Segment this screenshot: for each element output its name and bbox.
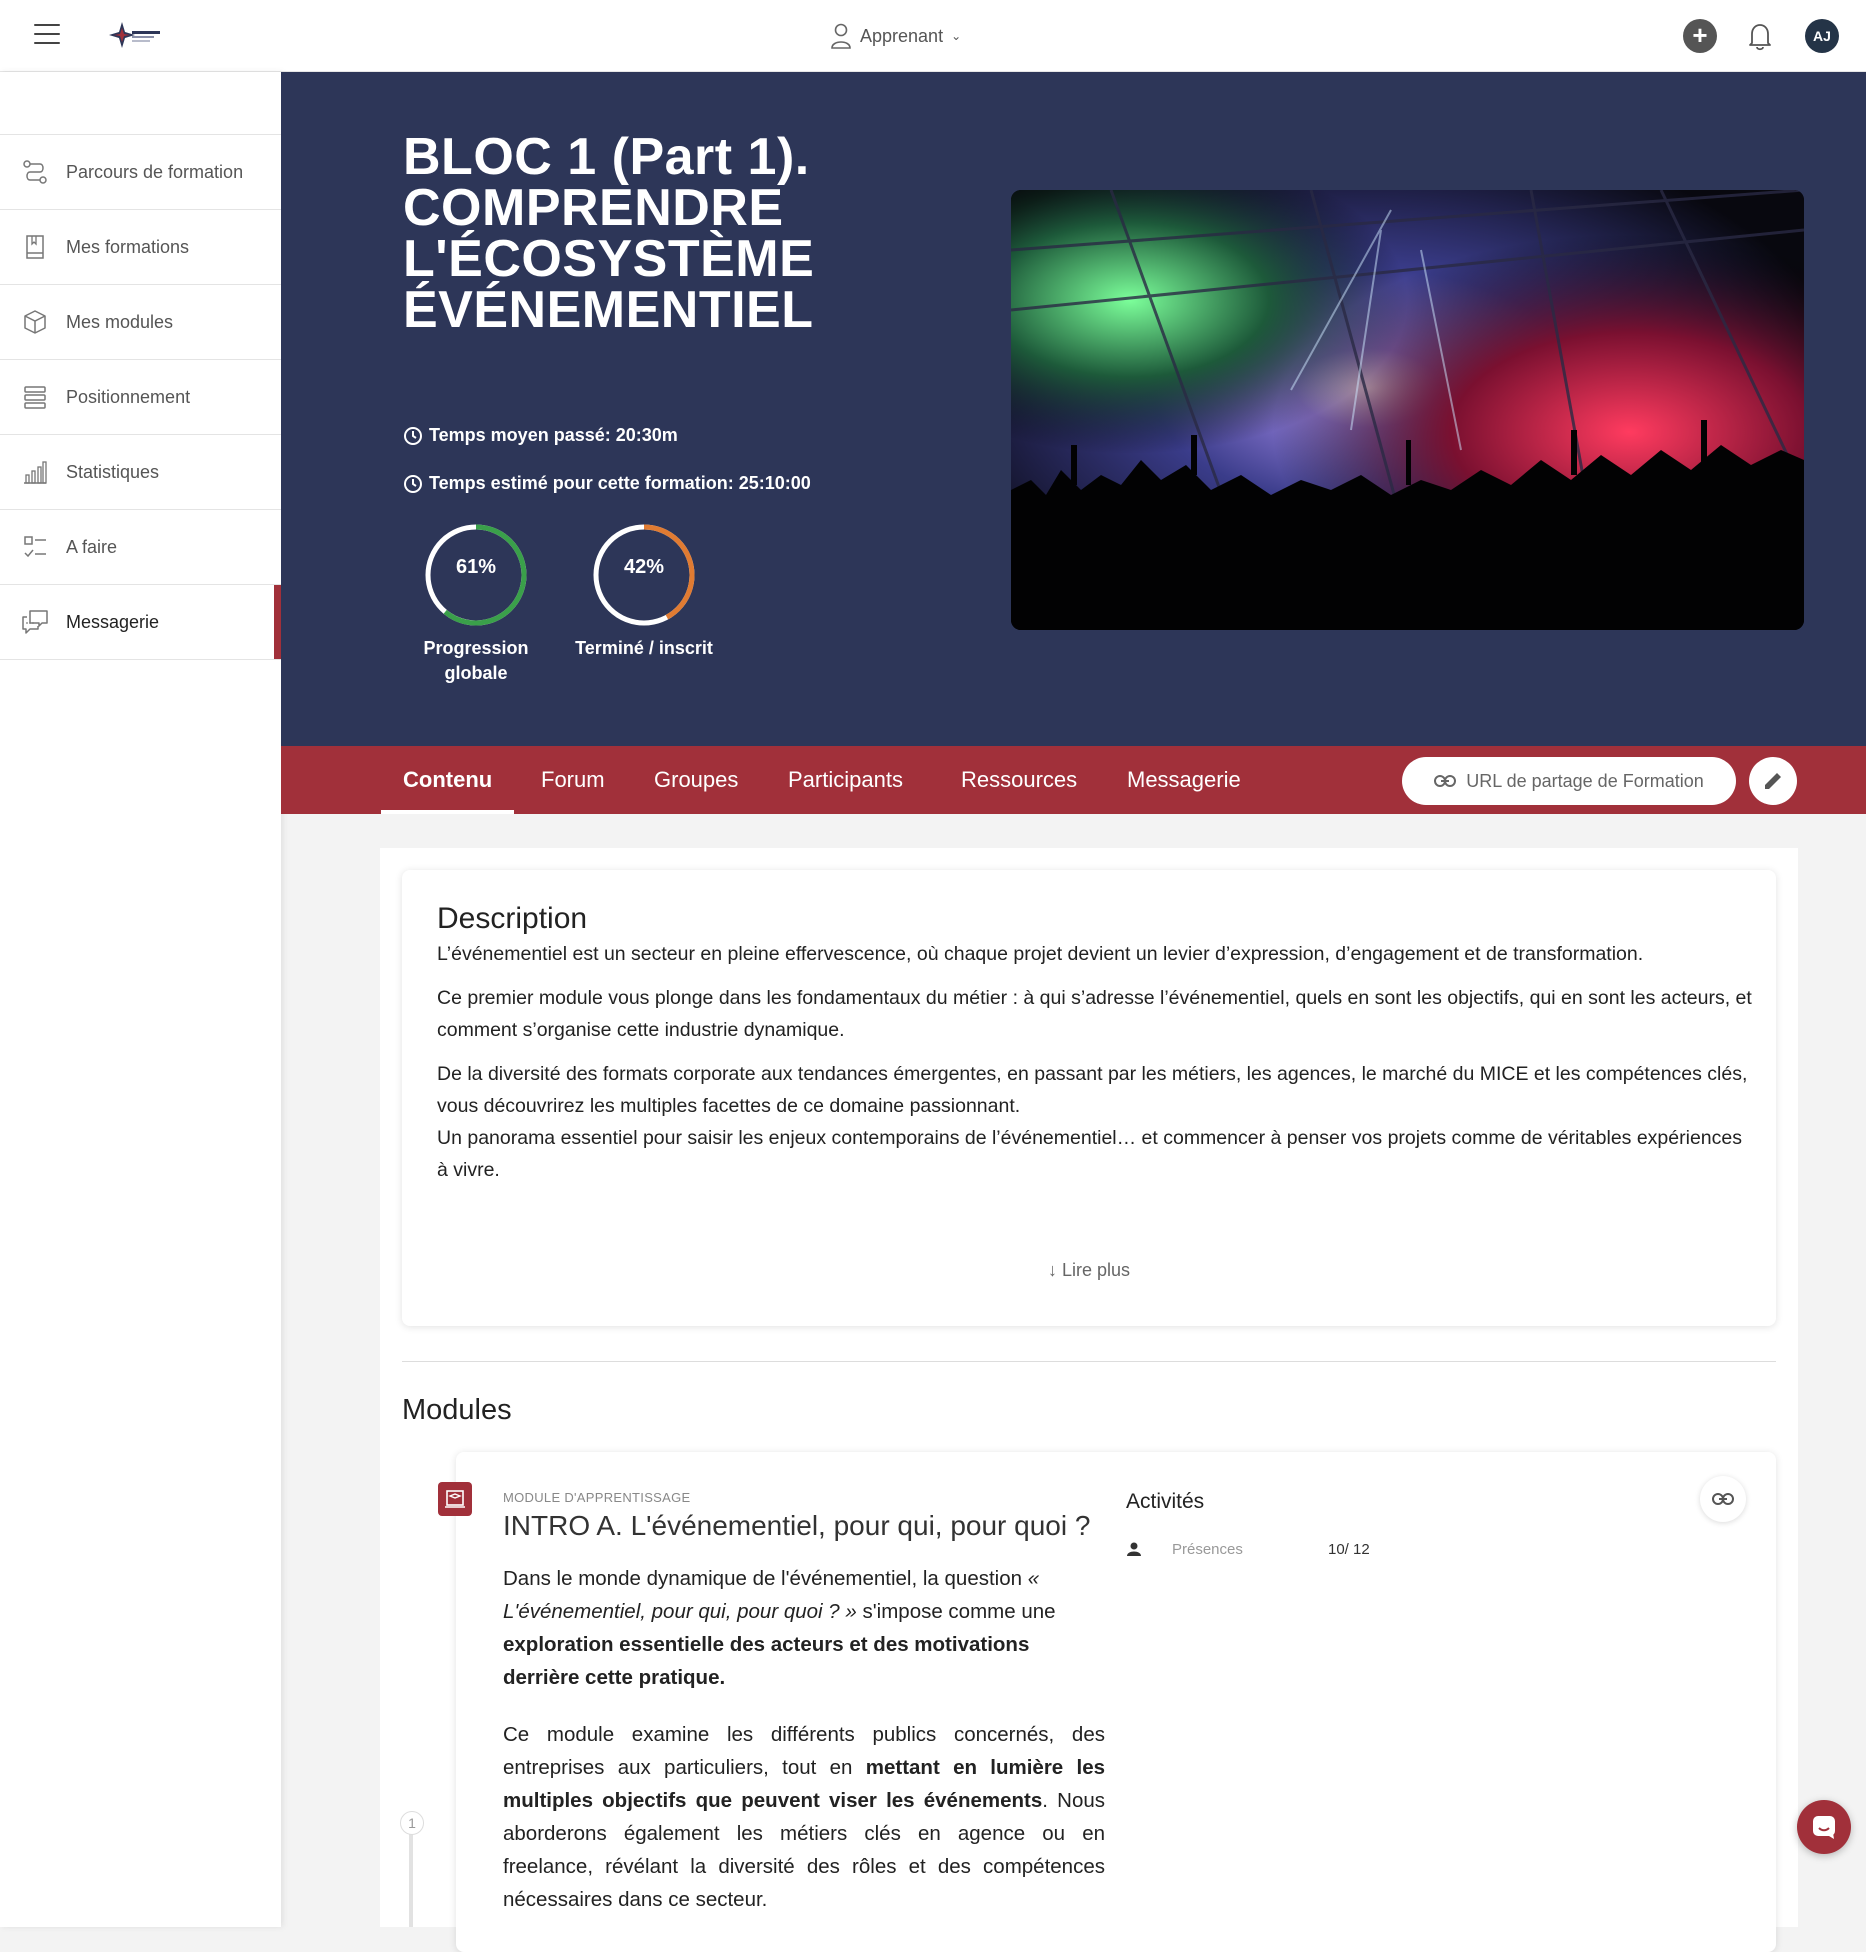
cube-icon [20,307,50,337]
activity-label: Présences [1172,1540,1243,1558]
person-icon [1127,1542,1141,1556]
sidebar-item-label: Statistiques [66,461,160,482]
activity-value: 10/ 12 [1328,1540,1370,1558]
logo[interactable] [108,18,164,52]
modules-title: Modules [402,1394,512,1426]
module-step-number: 1 [400,1811,424,1835]
progress-ring: 61% Progression globale [401,522,551,686]
chat-launcher-button[interactable] [1797,1800,1851,1854]
tab-messagerie[interactable]: Messagerie [1127,746,1241,814]
route-icon [20,157,50,187]
sidebar-item-messagerie[interactable]: Messagerie [0,584,281,660]
description-paragraph: Un panorama essentiel pour saisir les en… [437,1127,1742,1181]
link-icon [1712,1493,1734,1505]
progress-value: 61% [455,556,497,578]
activities-title: Activités [1126,1490,1205,1513]
chat-icon [1813,1816,1835,1839]
step-connector [409,1830,413,1927]
checklist-icon [20,532,50,562]
sidebar-item-label: Messagerie [66,611,160,632]
clock-icon [404,426,422,445]
sidebar-item-mes-formations[interactable]: Mes formations [0,209,281,284]
link-icon [1434,775,1457,787]
completion-label: Terminé / inscrit [575,638,713,658]
clock-icon [404,474,422,493]
add-button[interactable]: + [1683,19,1717,53]
sidebar-item-label: Mes modules [66,311,174,332]
user-icon [831,23,851,49]
module-title[interactable]: INTRO A. L'événementiel, pour qui, pour … [503,1510,1090,1542]
share-url-label: URL de partage de Formation [1466,770,1704,791]
tab-forum[interactable]: Forum [541,746,605,814]
avg-time: Temps moyen passé: 20:30m [403,425,678,446]
top-bar: Apprenant ⌄ + AJ [0,0,1866,72]
section-divider [402,1361,1776,1362]
arrow-down-icon: ↓ [1047,1260,1057,1280]
module-text: s'impose comme une [856,1600,1056,1623]
course-title: BLOC 1 (Part 1). COMPRENDRE L'ÉCOSYSTÈME… [403,128,815,339]
hamburger-menu-icon[interactable] [34,24,60,44]
bar-chart-icon [20,457,50,487]
description-paragraph: De la diversité des formats corporate au… [437,1063,1748,1117]
sidebar-item-label: Positionnement [66,386,191,407]
progress-label: Progression globale [423,638,529,683]
sidebar: Parcours de formation Mes formations Mes… [0,72,281,1927]
learning-module-icon [438,1482,472,1516]
sidebar-item-label: Mes formations [66,236,190,257]
tab-ressources[interactable]: Ressources [961,746,1077,814]
share-url-button[interactable]: URL de partage de Formation [1402,757,1736,805]
module-type: MODULE D'APPRENTISSAGE [503,1490,691,1505]
description-paragraph: L’événementiel est un secteur en pleine … [437,943,1644,965]
avatar[interactable]: AJ [1805,19,1839,53]
chevron-down-icon: ⌄ [951,29,962,43]
read-more-label: Lire plus [1061,1260,1131,1280]
sidebar-item-mes-modules[interactable]: Mes modules [0,284,281,359]
description-title: Description [437,902,588,935]
module-card[interactable]: MODULE D'APPRENTISSAGE INTRO A. L'événem… [438,1452,1776,1952]
role-switcher[interactable]: Apprenant ⌄ [830,20,961,52]
tab-groupes[interactable]: Groupes [654,746,738,814]
sidebar-item-parcours[interactable]: Parcours de formation [0,134,281,209]
sidebar-item-positionnement[interactable]: Positionnement [0,359,281,434]
course-hero: BLOC 1 (Part 1). COMPRENDRE L'ÉCOSYSTÈME… [281,72,1866,746]
description-card: Description L’événementiel est un secteu… [402,870,1776,1326]
tab-contenu[interactable]: Contenu [380,746,515,814]
module-summary: Dans le monde dynamique de l'événementie… [503,1562,1105,1940]
sidebar-item-a-faire[interactable]: A faire [0,509,281,584]
completion-ring: 42% Terminé / inscrit [569,522,719,661]
module-text-strong: exploration essentielle des acteurs et d… [503,1633,1030,1689]
sidebar-divider [0,659,281,660]
description-paragraph: Ce premier module vous plonge dans les f… [437,987,1752,1041]
course-tabs: Contenu Forum Groupes Participants Resso… [281,746,1866,814]
estimated-time-text: Temps estimé pour cette formation: 25:10… [429,473,811,493]
description-body: L’événementiel est un secteur en pleine … [437,938,1757,1198]
tab-participants[interactable]: Participants [788,746,903,814]
avg-time-text: Temps moyen passé: 20:30m [429,425,678,445]
stack-list-icon [20,382,50,412]
sidebar-item-label: Parcours de formation [66,161,244,182]
chat-bubbles-icon [20,607,50,637]
course-cover-image [1011,190,1804,630]
sidebar-item-statistiques[interactable]: Statistiques [0,434,281,509]
pencil-icon [1765,773,1781,789]
edit-button[interactable] [1749,757,1797,805]
read-more-link[interactable]: ↓ Lire plus [402,1260,1776,1281]
module-text: Dans le monde dynamique de l'événementie… [503,1567,1028,1590]
main-content: Description L’événementiel est un secteu… [380,848,1798,1952]
completion-value: 42% [623,556,665,578]
role-label: Apprenant [860,25,944,46]
book-icon [20,232,50,262]
activity-row: Présences 10/ 12 [1126,1538,1426,1560]
notification-bell-icon[interactable] [1743,19,1777,53]
estimated-time: Temps estimé pour cette formation: 25:10… [403,473,811,494]
module-link-button[interactable] [1700,1476,1746,1522]
sidebar-item-label: A faire [66,536,118,557]
